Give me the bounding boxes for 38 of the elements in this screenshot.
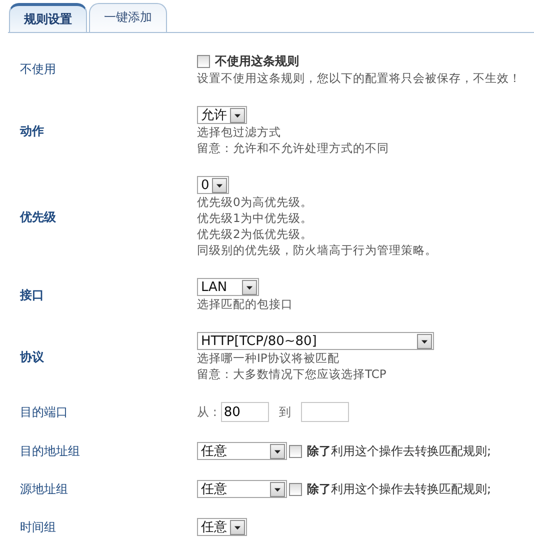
from-label: 从 : — [197, 404, 217, 420]
checkbox[interactable] — [289, 444, 302, 458]
dropdown-select[interactable]: 任意 — [197, 480, 287, 498]
help-text: 选择匹配的包接口 — [197, 296, 293, 312]
field-label: 目的端口 — [19, 404, 69, 420]
from-port-field[interactable]: 80 — [220, 402, 269, 422]
help-text: 留意：大多数情况下您应该选择TCP — [197, 366, 386, 382]
help-text: 留意：允许和不允许处理方式的不同 — [197, 140, 389, 156]
help-text: 同级别的优先级，防火墙高于行为管理策略。 — [197, 242, 437, 258]
dropdown-select[interactable]: 任意 — [197, 518, 247, 536]
checkbox-label: 除了利用这个操作去转换匹配规则; — [307, 442, 492, 460]
dropdown-select[interactable]: 允许 — [197, 106, 247, 124]
field-label: 时间组 — [19, 518, 57, 536]
field-label: 优先级 — [18, 208, 57, 226]
help-text: 选择包过滤方式 — [197, 124, 281, 140]
checkbox[interactable] — [289, 482, 302, 496]
checkbox-label: 不使用这条规则 — [215, 53, 299, 70]
checkbox[interactable] — [197, 55, 210, 68]
tab[interactable]: 规则设置 — [9, 3, 87, 32]
dropdown-select[interactable]: 任意 — [197, 442, 287, 460]
field-label: 协议 — [19, 348, 45, 366]
tab[interactable]: 一键添加 — [89, 3, 167, 32]
dropdown-select[interactable]: LAN — [197, 278, 259, 296]
field-label: 接口 — [18, 286, 45, 304]
field-label: 源地址组 — [19, 480, 69, 498]
dropdown-select[interactable]: HTTP[TCP/80~80] — [197, 332, 434, 350]
help-text: 优先级2为低优先级。 — [197, 226, 312, 242]
help-text: 优先级1为中优先级。 — [197, 210, 312, 226]
to-label: 到 — [278, 404, 291, 420]
checkbox-label: 除了利用这个操作去转换匹配规则; — [307, 480, 492, 498]
help-text: 选择哪一种IP协议将被匹配 — [197, 350, 340, 366]
dropdown-select[interactable]: 0 — [197, 176, 229, 194]
field-label: 不使用 — [19, 61, 57, 78]
field-label: 目的地址组 — [19, 442, 81, 460]
to-port-field[interactable] — [300, 402, 349, 422]
help-text: 设置不使用这条规则，您以下的配置将只会被保存，不生效！ — [197, 70, 521, 86]
help-text: 优先级0为高优先级。 — [197, 194, 312, 210]
field-label: 动作 — [18, 122, 45, 140]
